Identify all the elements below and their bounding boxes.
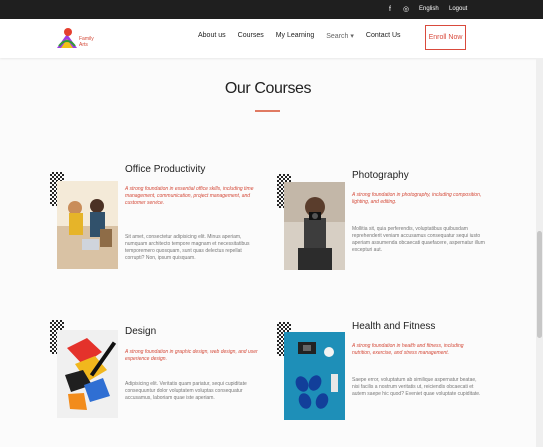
course-title[interactable]: Office Productivity	[125, 164, 205, 175]
course-title[interactable]: Design	[125, 326, 156, 337]
nav-links: About us Courses My Learning Search ▾ Co…	[198, 32, 401, 40]
nav-courses[interactable]: Courses	[238, 32, 264, 40]
title-underline	[255, 110, 280, 112]
course-description: Mollitia sit, quia perferendis, voluptat…	[352, 226, 485, 253]
course-title[interactable]: Photography	[352, 170, 409, 181]
site-logo[interactable]: Family Arts	[55, 24, 101, 52]
facebook-icon[interactable]: f	[385, 4, 395, 14]
nav-my-learning[interactable]: My Learning	[276, 32, 315, 40]
nav-search-dropdown[interactable]: Search ▾	[326, 32, 354, 40]
svg-text:Arts: Arts	[79, 42, 88, 48]
course-image-design	[57, 330, 118, 418]
course-description: Adipisicing elit. Veritatis quam pariatu…	[125, 381, 247, 401]
instagram-icon[interactable]: ◎	[401, 4, 411, 14]
page-title: Our Courses	[224, 80, 312, 97]
course-highlight: A strong foundation in essential office …	[125, 186, 254, 206]
scrollbar-thumb[interactable]	[537, 231, 542, 338]
course-image-photography	[284, 182, 345, 270]
logout-link[interactable]: Logout	[449, 6, 467, 12]
vertical-scrollbar[interactable]	[536, 58, 543, 447]
course-image-fitness	[284, 332, 345, 420]
course-description: Sit amet, consectetur adipisicing elit. …	[125, 234, 250, 261]
language-english-link[interactable]: English	[419, 6, 439, 12]
course-highlight: A strong foundation in photography, incl…	[352, 192, 482, 205]
course-description: Saepe error, voluptatum ab similique asp…	[352, 377, 481, 397]
course-title[interactable]: Health and Fitness	[352, 321, 435, 332]
course-image-office	[57, 181, 118, 269]
nav-about-us[interactable]: About us	[198, 32, 226, 40]
enroll-now-button[interactable]: Enroll Now	[425, 25, 466, 50]
course-highlight: A strong foundation in health and fitnes…	[352, 343, 464, 356]
nav-contact-us[interactable]: Contact Us	[366, 32, 401, 40]
chevron-down-icon: ▾	[350, 33, 354, 40]
top-bar: f ◎ English Logout	[0, 0, 543, 19]
course-highlight: A strong foundation in graphic design, w…	[125, 349, 258, 362]
